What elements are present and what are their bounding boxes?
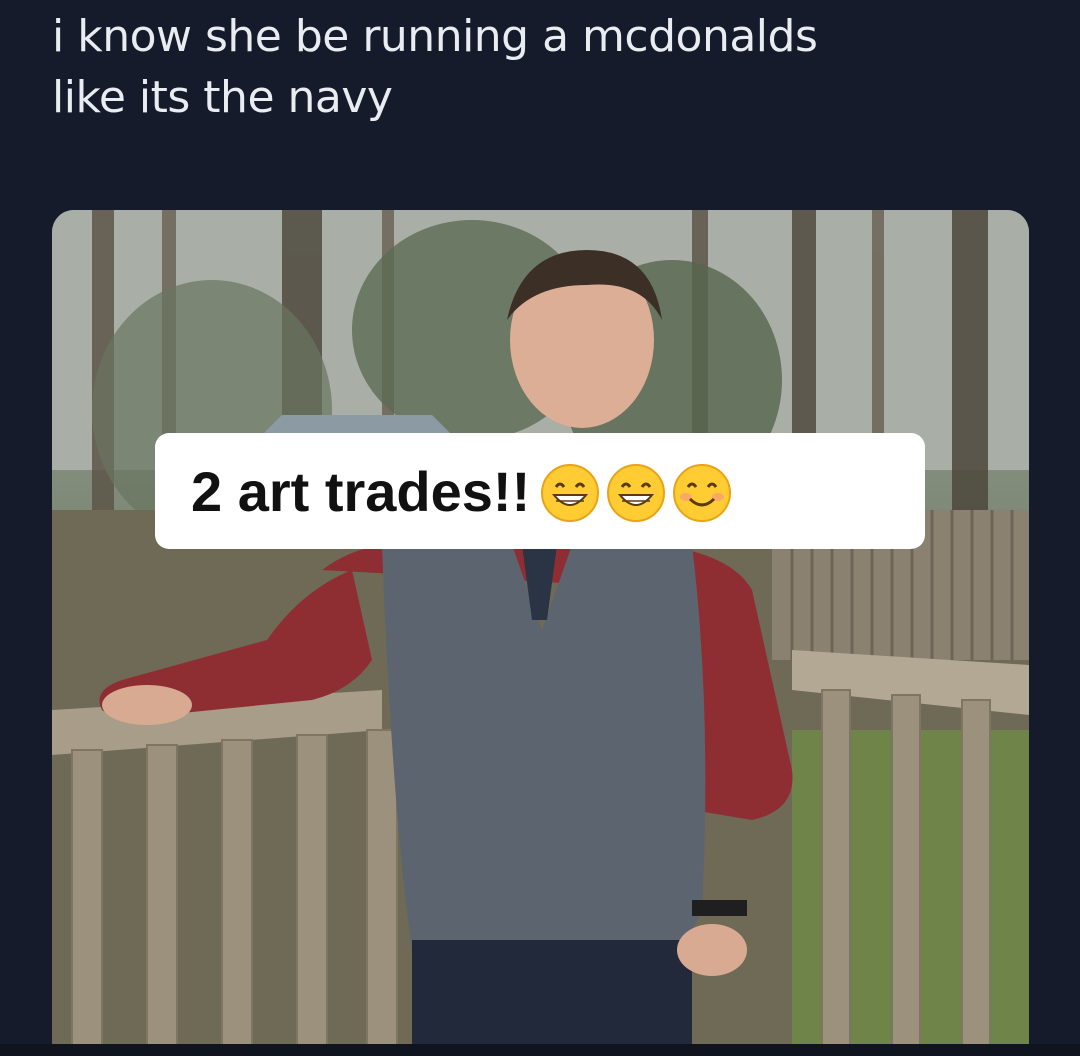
tweet-text-line-1: i know she be running a mcdonalds [52,11,818,62]
caption-text: 2 art trades!! [191,459,531,523]
bottom-edge [0,1044,1080,1056]
grinning-face-icon [541,464,600,522]
photo-scene [52,210,1029,1056]
tweet-photo[interactable] [52,210,1029,1056]
smiling-face-icon [673,464,732,522]
tweet-text-line-2: like its the navy [52,72,393,123]
emoji-row [534,463,732,523]
grinning-face-icon [607,464,666,522]
caption-sticker: 2 art trades!! [155,433,925,549]
tweet-text: i know she be running a mcdonalds like i… [52,6,1042,128]
